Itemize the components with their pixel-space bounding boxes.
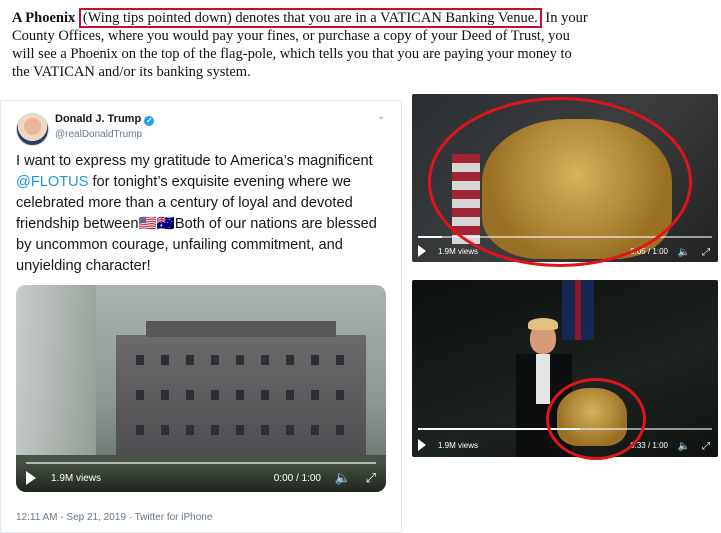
video-views: 1.9M views [438,441,479,450]
chevron-down-icon[interactable]: ⌄ [377,111,385,122]
expand-icon[interactable]: ⤢ [366,470,376,486]
tweet-text-start: I want to express my gratitude to Americ… [16,153,373,169]
tweet-author[interactable]: Donald J. Trump ✓ [55,113,155,126]
video-timecode: 0:00 / 1:00 [273,473,321,484]
embedded-tweet: Donald J. Trump ✓ @realDonaldTrump ⌄ I wa… [0,100,402,533]
volume-icon[interactable]: 🔈 [335,470,351,486]
intro-paragraph: A Phoenix (Wing tips pointed down) denot… [12,8,592,81]
intro-lead: A Phoenix [12,10,76,26]
tweet-handle[interactable]: @realDonaldTrump [55,129,142,140]
tweet-text: I want to express my gratitude to Americ… [16,151,386,277]
video-progress-track[interactable] [26,462,376,464]
avatar[interactable] [16,113,49,146]
tweet-footer[interactable]: 12:11 AM - Sep 21, 2019 · Twitter for iP… [16,512,212,523]
highlight-ring [428,97,692,267]
expand-icon[interactable]: ⤢ [702,441,710,452]
play-icon[interactable] [418,439,426,451]
volume-icon[interactable]: 🔈 [678,247,690,258]
mention-link[interactable]: @FLOTUS [16,174,88,190]
volume-icon[interactable]: 🔈 [678,441,690,452]
play-icon[interactable] [418,245,426,257]
verified-badge-icon: ✓ [144,116,155,126]
expand-icon[interactable]: ⤢ [702,247,710,258]
intro-highlight: (Wing tips pointed down) denotes that yo… [78,8,542,28]
tweet-video[interactable]: 1.9M views 0:00 / 1:00 🔈 ⤢ [16,285,386,492]
video-views: 1.9M views [438,247,479,256]
highlight-ring [546,378,646,460]
video-views: 1.9M views [51,473,102,484]
video-building [116,321,366,465]
play-icon[interactable] [26,471,36,485]
tweet-author-name: Donald J. Trump [55,113,142,125]
